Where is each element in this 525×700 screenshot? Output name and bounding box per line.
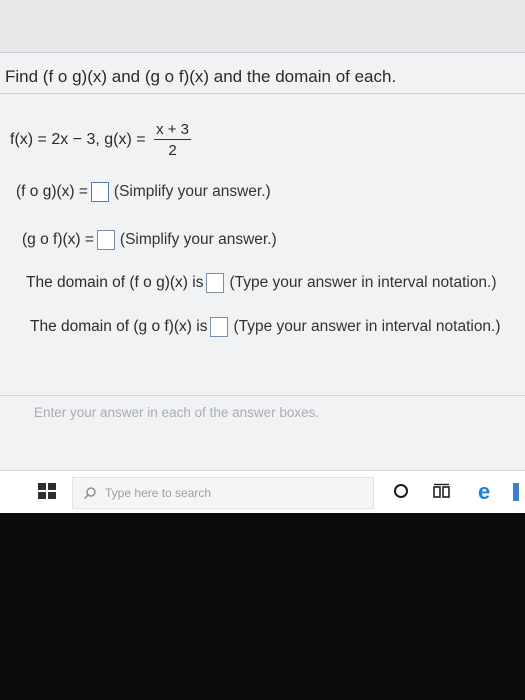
- search-icon: [83, 487, 96, 500]
- fraction-numerator: x + 3: [154, 121, 191, 140]
- edge-icon[interactable]: e: [478, 481, 490, 503]
- definitions-prefix: f(x) = 2x − 3, g(x) =: [10, 131, 146, 148]
- footer-note: Enter your answer in each of the answer …: [34, 405, 320, 420]
- task-view-icon[interactable]: [433, 483, 451, 501]
- gof-domain-row: The domain of (g o f)(x) is (Type your a…: [30, 317, 501, 337]
- fraction-denominator: 2: [168, 142, 177, 159]
- fog-domain-row: The domain of (f o g)(x) is (Type your a…: [26, 273, 497, 293]
- gof-domain-answer-box[interactable]: [210, 317, 229, 337]
- function-definitions: f(x) = 2x − 3, g(x) = x + 3 2: [10, 121, 191, 159]
- question-divider: [0, 93, 525, 94]
- gof-answer-box[interactable]: [96, 230, 115, 250]
- header-band: [0, 0, 525, 53]
- fog-answer-box[interactable]: [90, 182, 109, 202]
- gof-domain-label: The domain of (g o f)(x) is: [30, 318, 208, 335]
- gof-domain-hint: (Type your answer in interval notation.): [233, 318, 501, 335]
- fog-domain-label: The domain of (f o g)(x) is: [26, 274, 204, 291]
- question-text: Find (f o g)(x) and (g o f)(x) and the d…: [5, 67, 397, 86]
- fog-domain-answer-box[interactable]: [206, 273, 225, 293]
- g-fraction: x + 3 2: [154, 121, 191, 159]
- taskbar: Type here to search e: [0, 470, 525, 513]
- footer-divider: [0, 395, 525, 396]
- taskbar-search-input[interactable]: Type here to search: [72, 477, 374, 509]
- search-placeholder: Type here to search: [105, 486, 212, 500]
- gof-answer-row: (g o f)(x) = (Simplify your answer.): [22, 230, 277, 250]
- gof-hint: (Simplify your answer.): [119, 231, 277, 248]
- browser-screen: Find (f o g)(x) and (g o f)(x) and the d…: [0, 0, 525, 510]
- fog-answer-row: (f o g)(x) = (Simplify your answer.): [16, 182, 271, 202]
- fog-domain-hint: (Type your answer in interval notation.): [229, 274, 497, 291]
- windows-start-icon[interactable]: [38, 483, 58, 501]
- gof-label: (g o f)(x) =: [22, 231, 94, 248]
- fog-hint: (Simplify your answer.): [113, 183, 271, 200]
- pinned-app-icon[interactable]: [513, 483, 519, 501]
- fog-label: (f o g)(x) =: [16, 183, 88, 200]
- cortana-icon[interactable]: [394, 484, 408, 498]
